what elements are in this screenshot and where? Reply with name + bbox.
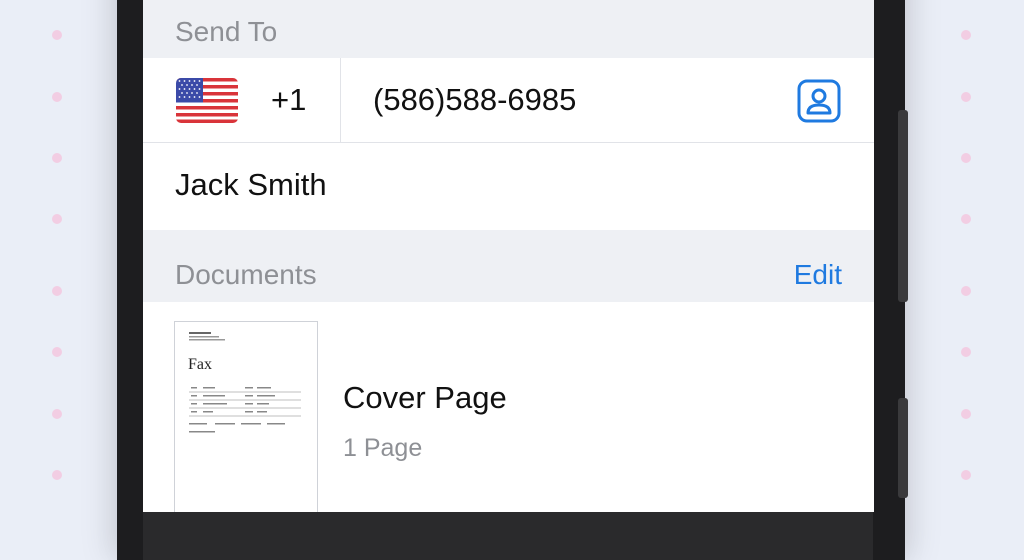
phone-side-button <box>898 398 908 498</box>
fax-compose-screen: Send To +1 (586)588-6985 Jack Smith Docu… <box>143 0 874 512</box>
send-to-header: Send To <box>175 16 278 47</box>
document-page-count: 1 Page <box>343 434 423 462</box>
recipient-name-field[interactable]: Jack Smith <box>175 167 327 203</box>
phone-side-button <box>898 110 908 302</box>
field-divider <box>340 58 341 142</box>
send-to-section-header: Send To <box>143 0 874 58</box>
documents-header: Documents <box>175 259 317 290</box>
decorative-dots-left <box>52 0 72 512</box>
thumbnail-title: Fax <box>188 356 212 373</box>
document-list-item[interactable]: Fax Cover Page 1 Page <box>143 302 874 512</box>
decorative-dots-right <box>961 0 981 512</box>
country-code[interactable]: +1 <box>271 82 306 118</box>
documents-section-header: Documents Edit <box>143 230 874 302</box>
document-thumbnail: Fax <box>174 321 318 512</box>
recipient-phone-row: +1 (586)588-6985 <box>143 58 874 143</box>
document-title: Cover Page <box>343 380 507 415</box>
us-flag-icon[interactable] <box>176 78 238 123</box>
recipient-name-row[interactable]: Jack Smith <box>143 143 874 230</box>
edit-documents-button[interactable]: Edit <box>794 259 842 291</box>
contact-card-icon[interactable] <box>797 79 841 123</box>
phone-number-input[interactable]: (586)588-6985 <box>373 82 576 118</box>
